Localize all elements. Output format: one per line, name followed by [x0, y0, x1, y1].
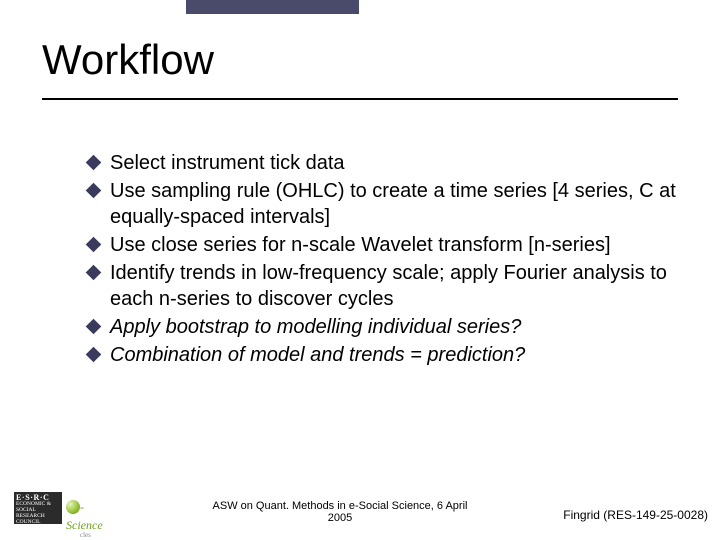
bullet-text: Use close series for n-scale Wavelet tra… [110, 234, 611, 256]
list-item: Identify trends in low-frequency scale; … [88, 260, 684, 312]
content-region: Select instrument tick data Use sampling… [88, 150, 684, 370]
list-item: Use close series for n-scale Wavelet tra… [88, 232, 684, 258]
escience-logo: -Science cles [66, 498, 116, 522]
bullet-list: Select instrument tick data Use sampling… [88, 150, 684, 368]
bullet-text: Combination of model and trends = predic… [110, 344, 525, 366]
bullet-text: Apply bootstrap to modelling individual … [110, 316, 521, 338]
list-item: Use sampling rule (OHLC) to create a tim… [88, 178, 684, 230]
esrc-logo-fullname: ECONOMIC & SOCIAL RESEARCH COUNCIL [16, 502, 60, 525]
globe-icon [66, 500, 80, 514]
bullet-text: Use sampling rule (OHLC) to create a tim… [110, 180, 676, 228]
list-item: Apply bootstrap to modelling individual … [88, 314, 684, 340]
bullet-text: Select instrument tick data [110, 152, 345, 174]
title-underline [42, 98, 678, 100]
accent-bar [186, 0, 359, 14]
footer-center-text: ASW on Quant. Methods in e-Social Scienc… [210, 500, 470, 524]
esrc-logo: E·S·R·C ECONOMIC & SOCIAL RESEARCH COUNC… [14, 492, 62, 524]
slide-title: Workflow [42, 36, 214, 84]
footer-right-text: Fingrid (RES-149-25-0028) [563, 508, 708, 522]
bullet-text: Identify trends in low-frequency scale; … [110, 262, 667, 310]
list-item: Combination of model and trends = predic… [88, 342, 684, 368]
escience-logo-subtext: cles [80, 531, 116, 539]
footer: E·S·R·C ECONOMIC & SOCIAL RESEARCH COUNC… [0, 486, 720, 530]
list-item: Select instrument tick data [88, 150, 684, 176]
